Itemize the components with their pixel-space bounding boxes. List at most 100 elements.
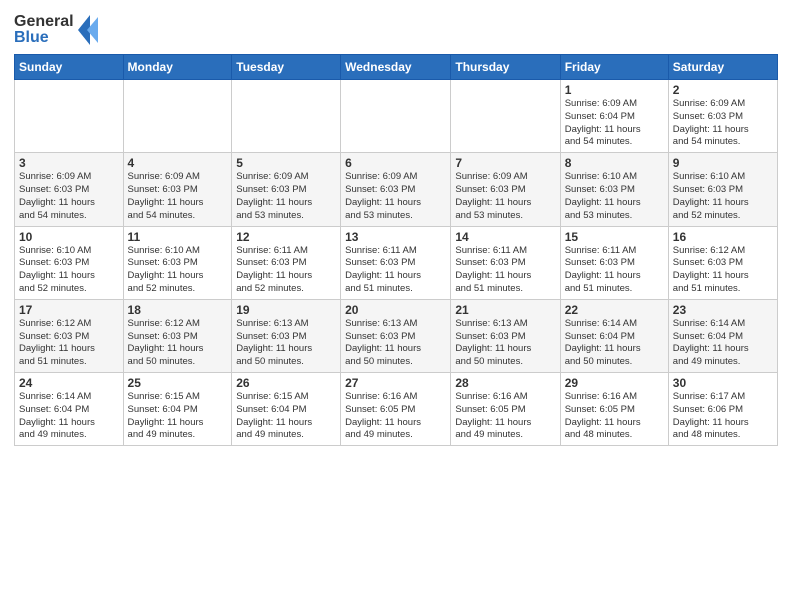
calendar-cell: 28Sunrise: 6:16 AM Sunset: 6:05 PM Dayli… [451,373,560,446]
calendar-week-1: 1Sunrise: 6:09 AM Sunset: 6:04 PM Daylig… [15,80,778,153]
day-info: Sunrise: 6:10 AM Sunset: 6:03 PM Dayligh… [565,171,664,222]
day-info: Sunrise: 6:09 AM Sunset: 6:03 PM Dayligh… [345,171,446,222]
calendar-cell: 2Sunrise: 6:09 AM Sunset: 6:03 PM Daylig… [668,80,777,153]
calendar-week-4: 17Sunrise: 6:12 AM Sunset: 6:03 PM Dayli… [15,299,778,372]
calendar-table: SundayMondayTuesdayWednesdayThursdayFrid… [14,54,778,446]
calendar-week-5: 24Sunrise: 6:14 AM Sunset: 6:04 PM Dayli… [15,373,778,446]
calendar-week-3: 10Sunrise: 6:10 AM Sunset: 6:03 PM Dayli… [15,226,778,299]
calendar-cell [341,80,451,153]
day-number: 28 [455,376,555,390]
day-info: Sunrise: 6:12 AM Sunset: 6:03 PM Dayligh… [19,318,119,369]
day-number: 27 [345,376,446,390]
day-number: 6 [345,156,446,170]
day-info: Sunrise: 6:09 AM Sunset: 6:03 PM Dayligh… [673,98,773,149]
calendar-cell: 8Sunrise: 6:10 AM Sunset: 6:03 PM Daylig… [560,153,668,226]
day-info: Sunrise: 6:14 AM Sunset: 6:04 PM Dayligh… [19,391,119,442]
day-info: Sunrise: 6:13 AM Sunset: 6:03 PM Dayligh… [455,318,555,369]
calendar-cell: 16Sunrise: 6:12 AM Sunset: 6:03 PM Dayli… [668,226,777,299]
day-number: 2 [673,83,773,97]
day-info: Sunrise: 6:14 AM Sunset: 6:04 PM Dayligh… [565,318,664,369]
calendar-cell: 6Sunrise: 6:09 AM Sunset: 6:03 PM Daylig… [341,153,451,226]
day-number: 17 [19,303,119,317]
day-number: 24 [19,376,119,390]
calendar-cell [232,80,341,153]
calendar-cell: 18Sunrise: 6:12 AM Sunset: 6:03 PM Dayli… [123,299,232,372]
logo-container: General Blue [14,14,98,46]
weekday-header-sunday: Sunday [15,55,124,80]
logo-blue-text: Blue [14,30,74,46]
day-number: 12 [236,230,336,244]
day-number: 18 [128,303,228,317]
day-info: Sunrise: 6:11 AM Sunset: 6:03 PM Dayligh… [345,245,446,296]
day-number: 5 [236,156,336,170]
weekday-header-friday: Friday [560,55,668,80]
calendar-cell: 30Sunrise: 6:17 AM Sunset: 6:06 PM Dayli… [668,373,777,446]
day-info: Sunrise: 6:13 AM Sunset: 6:03 PM Dayligh… [236,318,336,369]
calendar-cell: 27Sunrise: 6:16 AM Sunset: 6:05 PM Dayli… [341,373,451,446]
calendar-cell: 3Sunrise: 6:09 AM Sunset: 6:03 PM Daylig… [15,153,124,226]
calendar-cell: 24Sunrise: 6:14 AM Sunset: 6:04 PM Dayli… [15,373,124,446]
day-number: 8 [565,156,664,170]
day-number: 15 [565,230,664,244]
day-info: Sunrise: 6:09 AM Sunset: 6:03 PM Dayligh… [19,171,119,222]
header: General Blue [14,10,778,46]
calendar-cell: 11Sunrise: 6:10 AM Sunset: 6:03 PM Dayli… [123,226,232,299]
calendar-cell: 15Sunrise: 6:11 AM Sunset: 6:03 PM Dayli… [560,226,668,299]
day-number: 20 [345,303,446,317]
calendar-cell: 7Sunrise: 6:09 AM Sunset: 6:03 PM Daylig… [451,153,560,226]
calendar-cell: 20Sunrise: 6:13 AM Sunset: 6:03 PM Dayli… [341,299,451,372]
logo-wordmark: General Blue [14,14,74,46]
weekday-header-wednesday: Wednesday [341,55,451,80]
day-number: 1 [565,83,664,97]
logo-general-text: General [14,14,74,30]
day-number: 25 [128,376,228,390]
calendar-cell: 26Sunrise: 6:15 AM Sunset: 6:04 PM Dayli… [232,373,341,446]
weekday-header-tuesday: Tuesday [232,55,341,80]
calendar-cell: 17Sunrise: 6:12 AM Sunset: 6:03 PM Dayli… [15,299,124,372]
day-info: Sunrise: 6:16 AM Sunset: 6:05 PM Dayligh… [455,391,555,442]
day-info: Sunrise: 6:15 AM Sunset: 6:04 PM Dayligh… [128,391,228,442]
calendar-cell: 25Sunrise: 6:15 AM Sunset: 6:04 PM Dayli… [123,373,232,446]
weekday-header-thursday: Thursday [451,55,560,80]
weekday-header-monday: Monday [123,55,232,80]
day-number: 30 [673,376,773,390]
day-info: Sunrise: 6:10 AM Sunset: 6:03 PM Dayligh… [673,171,773,222]
day-info: Sunrise: 6:13 AM Sunset: 6:03 PM Dayligh… [345,318,446,369]
day-number: 16 [673,230,773,244]
calendar-cell: 21Sunrise: 6:13 AM Sunset: 6:03 PM Dayli… [451,299,560,372]
day-info: Sunrise: 6:12 AM Sunset: 6:03 PM Dayligh… [673,245,773,296]
calendar-cell: 5Sunrise: 6:09 AM Sunset: 6:03 PM Daylig… [232,153,341,226]
day-info: Sunrise: 6:09 AM Sunset: 6:03 PM Dayligh… [128,171,228,222]
day-number: 14 [455,230,555,244]
day-number: 21 [455,303,555,317]
calendar-cell: 1Sunrise: 6:09 AM Sunset: 6:04 PM Daylig… [560,80,668,153]
calendar-cell: 12Sunrise: 6:11 AM Sunset: 6:03 PM Dayli… [232,226,341,299]
logo: General Blue [14,10,98,46]
day-info: Sunrise: 6:12 AM Sunset: 6:03 PM Dayligh… [128,318,228,369]
calendar-cell: 14Sunrise: 6:11 AM Sunset: 6:03 PM Dayli… [451,226,560,299]
page: General Blue SundayMondayTuesdayWednesda… [0,0,792,460]
day-info: Sunrise: 6:11 AM Sunset: 6:03 PM Dayligh… [455,245,555,296]
calendar-cell: 23Sunrise: 6:14 AM Sunset: 6:04 PM Dayli… [668,299,777,372]
day-info: Sunrise: 6:16 AM Sunset: 6:05 PM Dayligh… [565,391,664,442]
weekday-header-saturday: Saturday [668,55,777,80]
calendar-cell: 19Sunrise: 6:13 AM Sunset: 6:03 PM Dayli… [232,299,341,372]
day-number: 26 [236,376,336,390]
day-info: Sunrise: 6:11 AM Sunset: 6:03 PM Dayligh… [565,245,664,296]
calendar-week-2: 3Sunrise: 6:09 AM Sunset: 6:03 PM Daylig… [15,153,778,226]
calendar-cell: 10Sunrise: 6:10 AM Sunset: 6:03 PM Dayli… [15,226,124,299]
calendar-cell: 13Sunrise: 6:11 AM Sunset: 6:03 PM Dayli… [341,226,451,299]
day-info: Sunrise: 6:11 AM Sunset: 6:03 PM Dayligh… [236,245,336,296]
day-number: 22 [565,303,664,317]
day-number: 13 [345,230,446,244]
day-info: Sunrise: 6:09 AM Sunset: 6:04 PM Dayligh… [565,98,664,149]
day-number: 7 [455,156,555,170]
day-number: 4 [128,156,228,170]
day-info: Sunrise: 6:16 AM Sunset: 6:05 PM Dayligh… [345,391,446,442]
calendar-cell [123,80,232,153]
weekday-header-row: SundayMondayTuesdayWednesdayThursdayFrid… [15,55,778,80]
day-number: 23 [673,303,773,317]
day-info: Sunrise: 6:10 AM Sunset: 6:03 PM Dayligh… [128,245,228,296]
logo-arrow-icon [78,15,98,45]
calendar-cell [451,80,560,153]
